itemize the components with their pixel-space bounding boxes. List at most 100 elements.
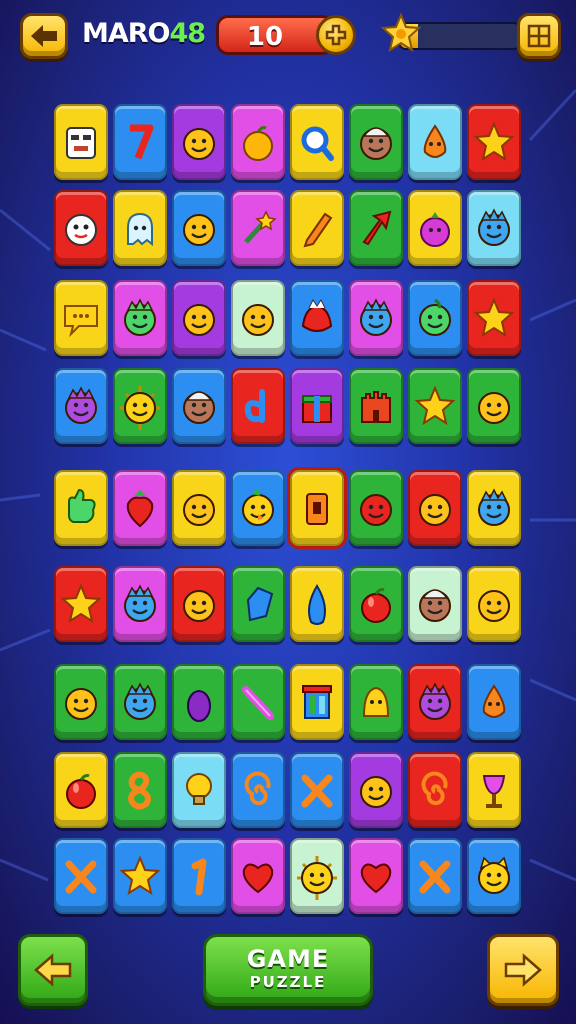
tile-ghost[interactable] [113, 190, 167, 266]
tile-smiley-face[interactable] [408, 470, 462, 546]
tile-bell-monster[interactable] [349, 664, 403, 740]
add-coins-button[interactable] [316, 15, 356, 55]
tile-magnifier[interactable] [290, 104, 344, 180]
tile-castle[interactable] [349, 368, 403, 444]
tile-strawberry[interactable] [113, 470, 167, 546]
heart-icon [242, 863, 274, 894]
star-icon [473, 121, 515, 162]
tile-cat-face[interactable] [467, 838, 521, 914]
tile-green-monster[interactable] [113, 280, 167, 356]
tile-acorn-face[interactable] [172, 368, 226, 444]
magnifier-icon [301, 126, 334, 161]
tile-blue-monster[interactable] [113, 664, 167, 740]
tile-smiley-face[interactable] [349, 752, 403, 828]
tile-smiley-face[interactable] [172, 280, 226, 356]
next-button[interactable] [487, 934, 559, 1006]
tile-blue-monster[interactable] [467, 190, 521, 266]
tile-x-mark[interactable] [54, 838, 108, 914]
tile-eggplant[interactable] [172, 664, 226, 740]
tile-eight-number[interactable] [113, 752, 167, 828]
tile-smiley-face[interactable] [54, 664, 108, 740]
tile-star[interactable] [54, 566, 108, 642]
tile-arrow[interactable] [349, 190, 403, 266]
tile-smiley-face[interactable] [172, 470, 226, 546]
acorn-face-icon [419, 589, 451, 622]
plus-coin-icon [325, 24, 347, 46]
tile-seven-number[interactable] [113, 104, 167, 180]
tile-apple[interactable] [231, 104, 285, 180]
tile-speech-bubble[interactable] [54, 280, 108, 356]
tile-smiley-face[interactable] [467, 566, 521, 642]
tile-drop-monster[interactable] [467, 664, 521, 740]
robot-face-icon [66, 127, 96, 159]
red-dragon-icon [301, 299, 333, 332]
score-value: 10 [246, 22, 284, 52]
tile-purple-monster[interactable] [54, 368, 108, 444]
tile-drop-monster[interactable] [408, 104, 462, 180]
blue-monster-icon [360, 298, 392, 336]
tile-star[interactable] [408, 368, 462, 444]
tile-one-number[interactable] [172, 838, 226, 914]
tile-sun-face[interactable] [113, 368, 167, 444]
tile-letter-d[interactable] [231, 368, 285, 444]
smiley-face-icon [419, 494, 451, 526]
tile-smiley-face[interactable] [467, 368, 521, 444]
tile-berry[interactable] [408, 190, 462, 266]
tile-heart[interactable] [231, 838, 285, 914]
tile-lantern[interactable] [287, 467, 347, 549]
star-icon [414, 385, 456, 426]
tile-star[interactable] [467, 280, 521, 356]
tile-star-wand[interactable] [231, 190, 285, 266]
tile-red-dragon[interactable] [290, 280, 344, 356]
tile-stick[interactable] [231, 664, 285, 740]
back-button[interactable] [20, 13, 68, 59]
tile-blue-monster[interactable] [349, 280, 403, 356]
heart-icon [360, 863, 392, 894]
previous-button[interactable] [18, 934, 88, 1006]
tile-purple-monster[interactable] [408, 664, 462, 740]
tile-red-face[interactable] [349, 470, 403, 546]
blue-gem-icon [246, 586, 274, 622]
tile-smiley-face[interactable] [172, 190, 226, 266]
tile-acorn-face[interactable] [349, 104, 403, 180]
blue-monster-icon [478, 488, 510, 526]
tile-red-apple[interactable] [349, 566, 403, 642]
pencil-icon [303, 212, 333, 248]
tile-heart[interactable] [349, 838, 403, 914]
tile-ghost-face[interactable] [54, 190, 108, 266]
tile-blue-monster[interactable] [467, 470, 521, 546]
game-button-line1: GAME [246, 945, 330, 973]
tile-robot-face[interactable] [54, 104, 108, 180]
tile-spiral[interactable] [231, 752, 285, 828]
tile-smiley-face[interactable] [172, 566, 226, 642]
tile-green-drop[interactable] [408, 280, 462, 356]
cat-face-icon [478, 856, 510, 894]
arrow-left-icon [31, 25, 57, 47]
tile-pencil[interactable] [290, 190, 344, 266]
tile-jar[interactable] [290, 664, 344, 740]
tile-gift-box[interactable] [290, 368, 344, 444]
tile-magic-glass[interactable] [467, 752, 521, 828]
tile-blue-drop[interactable] [290, 566, 344, 642]
tile-star[interactable] [113, 838, 167, 914]
game-puzzle-button[interactable]: GAME PUZZLE [203, 934, 373, 1006]
gift-box-icon [302, 395, 332, 423]
tile-acorn-face[interactable] [408, 566, 462, 642]
menu-button[interactable] [517, 13, 561, 59]
smiley-face-icon [242, 304, 274, 336]
tile-bird-face[interactable] [231, 470, 285, 546]
tile-sun-face[interactable] [290, 838, 344, 914]
tile-blue-monster[interactable] [113, 566, 167, 642]
arrow-icon [362, 210, 392, 246]
tile-light-bulb[interactable] [172, 752, 226, 828]
tile-blue-gem[interactable] [231, 566, 285, 642]
tile-star[interactable] [467, 104, 521, 180]
tile-x-mark[interactable] [408, 838, 462, 914]
star-icon [473, 297, 515, 338]
tile-spiral[interactable] [408, 752, 462, 828]
tile-smiley-face[interactable] [172, 104, 226, 180]
tile-smiley-face[interactable] [231, 280, 285, 356]
tile-red-apple[interactable] [54, 752, 108, 828]
tile-green-hand[interactable] [54, 470, 108, 546]
tile-x-mark[interactable] [290, 752, 344, 828]
